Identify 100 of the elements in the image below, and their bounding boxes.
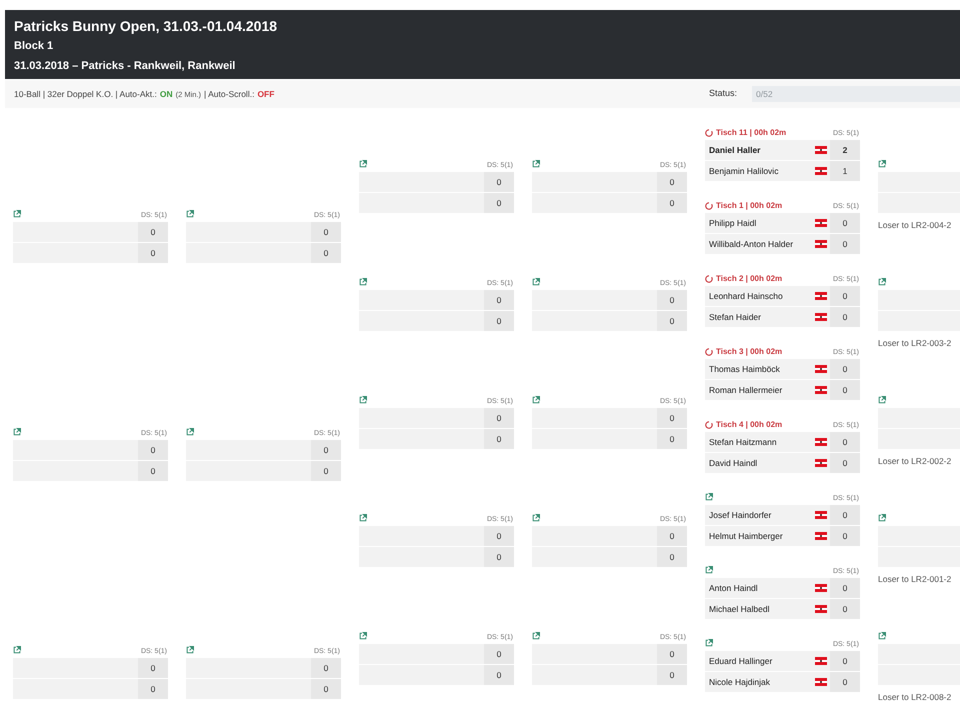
flag-icon — [815, 584, 827, 592]
external-link-icon[interactable] — [532, 514, 540, 522]
player-name: Daniel Haller — [709, 144, 760, 156]
ring-icon — [705, 129, 713, 137]
score-cell: 0 — [138, 243, 168, 263]
flag-icon — [815, 313, 827, 321]
external-link-icon[interactable] — [186, 646, 194, 654]
ring-icon — [705, 275, 713, 283]
external-link-icon[interactable] — [532, 396, 540, 404]
external-link-icon[interactable] — [359, 632, 367, 640]
flag-icon — [815, 219, 827, 227]
score-cell: 0 — [830, 286, 860, 306]
external-link-icon[interactable] — [13, 646, 21, 654]
external-link-icon[interactable] — [878, 160, 886, 168]
external-link-icon[interactable] — [705, 493, 713, 501]
external-link-icon[interactable] — [13, 428, 21, 436]
player-name: Roman Hallermeier — [709, 384, 782, 396]
flag-icon — [815, 240, 827, 248]
score-cell: 0 — [311, 222, 341, 242]
external-link-icon[interactable] — [532, 278, 540, 286]
score-cell: 0 — [138, 222, 168, 242]
external-link-icon[interactable] — [878, 632, 886, 640]
event-subtitle: 31.03.2018 – Patricks - Rankweil, Rankweil — [14, 59, 236, 73]
score-cell: 0 — [484, 408, 514, 428]
player-name: Helmut Haimberger — [709, 530, 783, 542]
ring-icon — [705, 421, 713, 429]
toggle-state: OFF — [257, 88, 274, 100]
score-cell: 0 — [484, 526, 514, 546]
player-name: Philipp Haidl — [709, 218, 756, 228]
loser-label: Loser to LR2-003-2 — [878, 337, 952, 349]
flag-icon — [815, 146, 827, 154]
score-cell: 0 — [484, 172, 514, 192]
toggle-state: ON — [160, 88, 173, 100]
external-link-icon[interactable] — [878, 396, 886, 404]
score-cell: 0 — [311, 461, 341, 481]
tournament-title: Patricks Bunny Open, 31.03.-01.04.2018 — [14, 17, 278, 35]
external-link-icon[interactable] — [705, 566, 713, 574]
player-name: Josef Haindorfer — [709, 510, 772, 520]
score-cell: 0 — [830, 380, 860, 400]
loser-label: Loser to LR2-008-2 — [878, 691, 952, 703]
score-cell: 0 — [311, 243, 341, 263]
table-label: Tisch 3 | 00h 02m — [716, 347, 782, 357]
score-cell: 0 — [484, 311, 514, 331]
flag-icon — [815, 657, 827, 665]
score-cell: 0 — [830, 213, 860, 233]
score-cell: 0 — [830, 599, 860, 619]
score-cell: 0 — [138, 658, 168, 678]
table-label: Tisch 2 | 00h 02m — [716, 274, 782, 284]
score-cell: 0 — [484, 429, 514, 449]
external-link-icon[interactable] — [359, 396, 367, 404]
score-cell: 0 — [657, 526, 687, 546]
score-cell: 0 — [311, 679, 341, 699]
score-cell: 0 — [311, 440, 341, 460]
external-link-icon[interactable] — [359, 278, 367, 286]
score-cell: 0 — [484, 193, 514, 213]
score-cell: 0 — [138, 679, 168, 699]
external-link-icon[interactable] — [359, 514, 367, 522]
table-label: Tisch 11 | 00h 02m — [716, 128, 786, 138]
score-cell: 0 — [657, 311, 687, 331]
external-link-icon[interactable] — [359, 160, 367, 168]
external-link-icon[interactable] — [878, 514, 886, 522]
player-name: Eduard Hallinger — [709, 656, 772, 666]
flag-icon — [815, 511, 827, 519]
player-name: Thomas Haimböck — [709, 364, 780, 374]
external-link-icon[interactable] — [186, 210, 194, 218]
score-cell: 0 — [657, 429, 687, 449]
ring-icon — [705, 202, 713, 210]
player-name: Stefan Haitzmann — [709, 436, 777, 448]
player-name: Anton Haindl — [709, 582, 758, 594]
score-cell: 0 — [657, 644, 687, 664]
score-cell: 0 — [657, 408, 687, 428]
block-title: Block 1 — [14, 39, 54, 53]
settings-text: 10-Ball | 32er Doppel K.O. | Auto-Akt.: — [14, 88, 157, 100]
external-link-icon[interactable] — [878, 278, 886, 286]
external-link-icon[interactable] — [705, 639, 713, 647]
player-name: Michael Halbedl — [709, 604, 770, 614]
flag-icon — [815, 438, 827, 446]
external-link-icon[interactable] — [532, 632, 540, 640]
loser-label: Loser to LR2-002-2 — [878, 455, 952, 467]
score-cell: 2 — [830, 140, 860, 160]
score-cell: 0 — [657, 290, 687, 310]
player-name: David Haindl — [709, 458, 758, 468]
flag-icon — [815, 386, 827, 394]
score-cell: 0 — [657, 193, 687, 213]
score-cell: 0 — [138, 461, 168, 481]
score-cell: 0 — [830, 307, 860, 327]
player-name: Benjamin Halilovic — [709, 166, 778, 176]
score-cell: 0 — [484, 547, 514, 567]
score-cell: 0 — [830, 359, 860, 379]
score-cell: 0 — [484, 665, 514, 685]
flag-icon — [815, 678, 827, 686]
score-cell: 1 — [830, 161, 860, 181]
flag-icon — [815, 605, 827, 613]
score-cell: 0 — [484, 644, 514, 664]
score-cell: 0 — [830, 672, 860, 692]
external-link-icon[interactable] — [186, 428, 194, 436]
flag-icon — [815, 365, 827, 373]
score-cell: 0 — [138, 440, 168, 460]
external-link-icon[interactable] — [13, 210, 21, 218]
external-link-icon[interactable] — [532, 160, 540, 168]
